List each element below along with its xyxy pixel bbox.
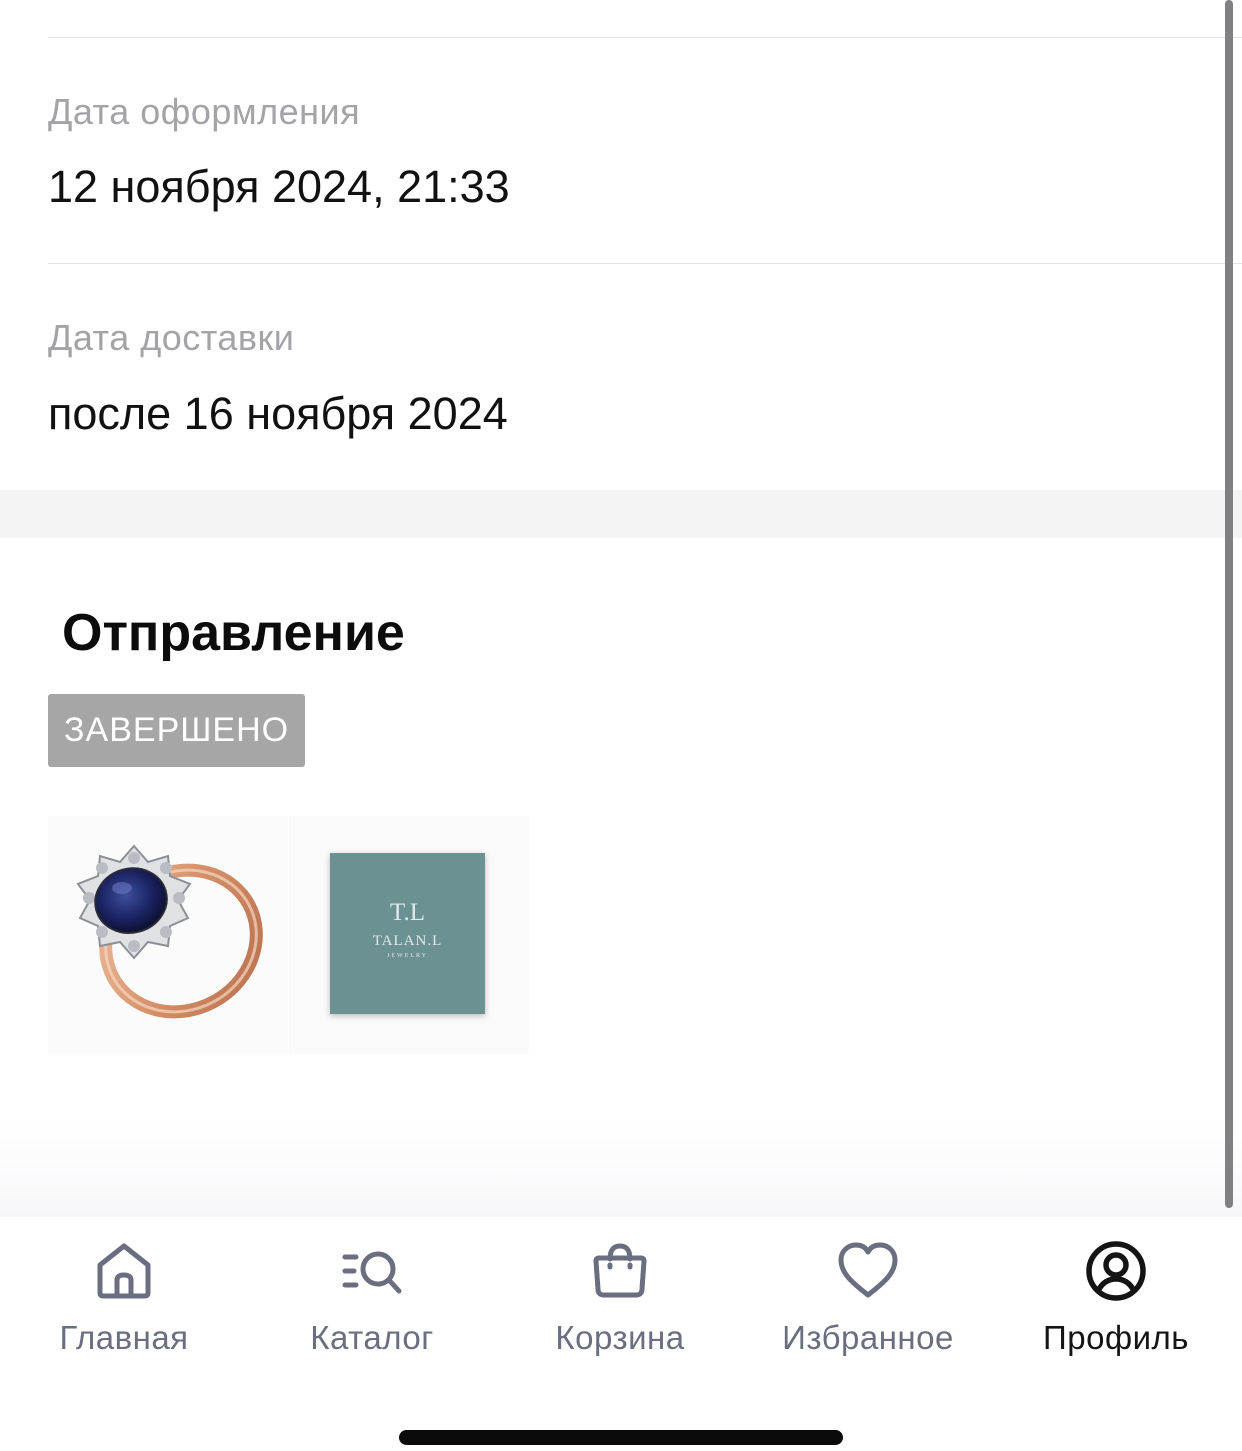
catalog-search-icon xyxy=(248,1239,496,1305)
tab-profile-label: Профиль xyxy=(1043,1319,1189,1356)
tab-home-label: Главная xyxy=(59,1319,189,1356)
product-thumbnail-ring[interactable] xyxy=(48,816,288,1054)
profile-icon xyxy=(992,1239,1240,1305)
top-divider xyxy=(48,37,1242,38)
heart-icon xyxy=(744,1239,992,1305)
tab-favorites[interactable]: Избранное xyxy=(744,1217,992,1387)
box-brand-name: TALAN.L xyxy=(372,933,443,949)
cart-bag-icon xyxy=(496,1239,744,1305)
tab-profile[interactable]: Профиль xyxy=(992,1217,1240,1387)
box-monogram: T.L xyxy=(390,899,425,926)
tab-cart-label: Корзина xyxy=(555,1319,685,1356)
shipment-title: Отправление xyxy=(62,604,405,662)
section-separator xyxy=(0,490,1242,538)
scroll-fade xyxy=(0,1120,1242,1217)
order-date-value: 12 ноября 2024, 21:33 xyxy=(48,161,510,212)
bottom-tab-bar: Главная Каталог Корзина Избранное Профил… xyxy=(0,1217,1242,1451)
tab-catalog[interactable]: Каталог xyxy=(248,1217,496,1387)
ring-image xyxy=(76,844,263,1019)
mid-divider xyxy=(48,263,1242,264)
home-icon xyxy=(0,1239,248,1305)
tab-home[interactable]: Главная xyxy=(0,1217,248,1387)
delivery-date-label: Дата доставки xyxy=(48,317,295,358)
tab-favorites-label: Избранное xyxy=(782,1319,954,1356)
scrollbar[interactable] xyxy=(1225,0,1233,1208)
status-badge: ЗАВЕРШЕНО xyxy=(48,694,306,767)
gift-box-image: T.L TALAN.L JEWELRY xyxy=(330,853,485,1014)
tab-cart[interactable]: Корзина xyxy=(496,1217,744,1387)
box-brand-sub: JEWELRY xyxy=(387,953,428,959)
tab-catalog-label: Каталог xyxy=(310,1319,434,1356)
home-indicator[interactable] xyxy=(399,1430,843,1445)
product-thumbnail-box[interactable]: T.L TALAN.L JEWELRY xyxy=(289,816,529,1054)
order-date-label: Дата оформления xyxy=(48,91,361,132)
delivery-date-value: после 16 ноября 2024 xyxy=(48,388,508,439)
